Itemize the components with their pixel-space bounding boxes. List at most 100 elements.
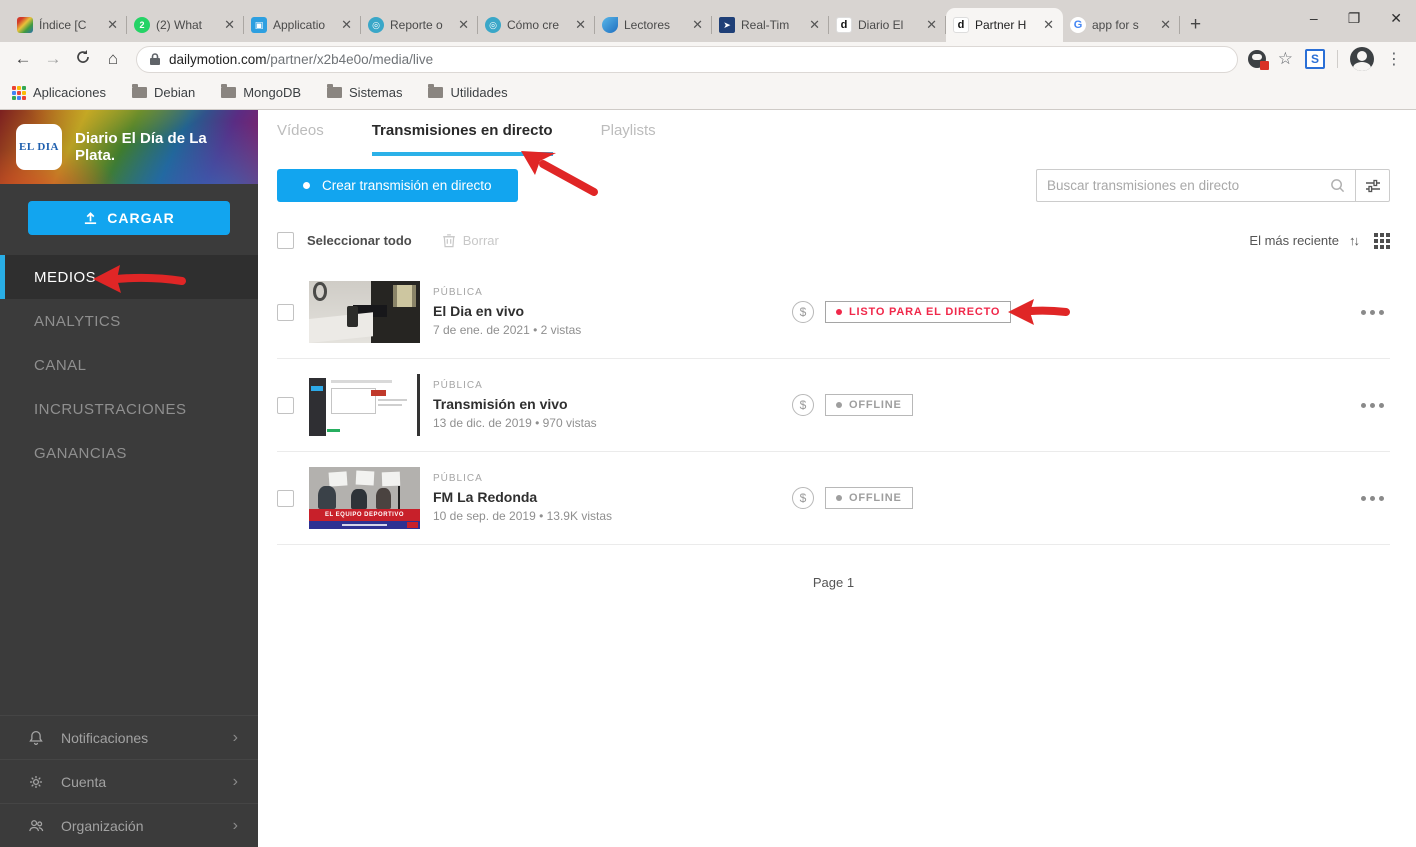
grid-view-icon[interactable]: [1374, 233, 1390, 249]
video-title[interactable]: FM La Redonda: [433, 489, 788, 505]
row-menu-icon[interactable]: [1355, 397, 1390, 414]
browser-tab-active[interactable]: dPartner H✕: [946, 8, 1063, 42]
sidebar-item-medios[interactable]: MEDIOS: [0, 255, 258, 299]
new-tab-button[interactable]: +: [1190, 14, 1201, 36]
reload-button[interactable]: [70, 49, 96, 70]
browser-menu-icon[interactable]: ⋮: [1386, 49, 1402, 69]
footer-label: Notificaciones: [61, 730, 148, 746]
tab-title: Real-Tim: [741, 18, 801, 32]
sidebar-item-cuenta[interactable]: Cuenta ›: [0, 759, 258, 803]
tab-close-icon[interactable]: ✕: [339, 17, 354, 33]
tab-close-icon[interactable]: ✕: [222, 17, 237, 33]
tab-close-icon[interactable]: ✕: [105, 17, 120, 33]
bookmark-star-icon[interactable]: ☆: [1278, 49, 1293, 69]
trash-icon: [442, 233, 456, 248]
close-window-button[interactable]: ✕: [1390, 10, 1402, 27]
monetization-icon[interactable]: $: [792, 301, 814, 323]
sidebar-item-canal[interactable]: CANAL: [0, 343, 258, 387]
readers-favicon-icon: [602, 17, 618, 33]
bookmark-folder-utilidades[interactable]: Utilidades: [428, 85, 507, 100]
row-menu-icon[interactable]: [1355, 304, 1390, 321]
row-checkbox[interactable]: [277, 397, 294, 414]
tab-title: Lectores: [624, 18, 684, 32]
delete-button[interactable]: Borrar: [442, 233, 499, 248]
sidebar-item-incrustraciones[interactable]: INCRUSTRACIONES: [0, 387, 258, 431]
visibility-label: PÚBLICA: [433, 380, 788, 391]
palette-favicon-icon: [17, 17, 33, 33]
tab-close-icon[interactable]: ✕: [456, 17, 471, 33]
browser-tab[interactable]: ▣Applicatio✕: [244, 8, 361, 42]
video-title[interactable]: El Dia en vivo: [433, 303, 788, 319]
browser-tab[interactable]: dDiario El✕: [829, 8, 946, 42]
tab-transmisiones[interactable]: Transmisiones en directo: [372, 122, 553, 156]
tab-title: Índice [C: [39, 18, 99, 32]
browser-tab[interactable]: Índice [C ✕: [10, 8, 127, 42]
back-button[interactable]: ←: [10, 49, 36, 69]
list-item[interactable]: PÚBLICA El Dia en vivo 7 de ene. de 2021…: [277, 266, 1390, 359]
video-info: PÚBLICA Transmisión en vivo 13 de dic. d…: [433, 380, 788, 430]
browser-tab[interactable]: Gapp for s✕: [1063, 8, 1180, 42]
bookmark-label: Sistemas: [349, 85, 402, 100]
list-item[interactable]: PÚBLICA Transmisión en vivo 13 de dic. d…: [277, 359, 1390, 452]
extension-blocker-icon[interactable]: [1248, 50, 1266, 68]
sidebar-item-organizacion[interactable]: Organización ›: [0, 803, 258, 847]
video-info: PÚBLICA El Dia en vivo 7 de ene. de 2021…: [433, 287, 788, 337]
filter-button[interactable]: [1355, 170, 1389, 201]
bookmark-apps[interactable]: Aplicaciones: [12, 85, 106, 100]
bookmark-folder-sistemas[interactable]: Sistemas: [327, 85, 402, 100]
tab-close-icon[interactable]: ✕: [1158, 17, 1173, 33]
video-thumbnail[interactable]: [309, 374, 420, 436]
select-all-checkbox[interactable]: [277, 232, 294, 249]
monetization-icon[interactable]: $: [792, 487, 814, 509]
tab-close-icon[interactable]: ✕: [924, 17, 939, 33]
sidebar-item-notificaciones[interactable]: Notificaciones ›: [0, 715, 258, 759]
row-checkbox[interactable]: [277, 304, 294, 321]
url-bar[interactable]: dailymotion.com/partner/x2b4e0o/media/li…: [136, 46, 1238, 73]
browser-tab[interactable]: ◎Cómo cre✕: [478, 8, 595, 42]
gear-icon: [26, 772, 46, 792]
video-thumbnail[interactable]: [309, 281, 420, 343]
list-item[interactable]: EL EQUIPO DEPORTIVO PÚBLICA FM La Redond…: [277, 452, 1390, 545]
browser-tab[interactable]: ➤Real-Tim✕: [712, 8, 829, 42]
channel-header[interactable]: EL DIA Diario El Día de La Plata.: [0, 110, 258, 184]
session-extension-icon[interactable]: S: [1305, 49, 1325, 69]
video-title[interactable]: Transmisión en vivo: [433, 396, 788, 412]
browser-tab[interactable]: ◎Reporte o✕: [361, 8, 478, 42]
chevron-right-icon: ›: [233, 729, 238, 747]
media-page: Vídeos Transmisiones en directo Playlist…: [258, 110, 1416, 847]
search-box[interactable]: [1037, 170, 1355, 201]
video-thumbnail[interactable]: EL EQUIPO DEPORTIVO: [309, 467, 420, 529]
tab-close-icon[interactable]: ✕: [807, 17, 822, 33]
create-livestream-button[interactable]: Crear transmisión en directo: [277, 169, 518, 202]
profile-avatar[interactable]: [1350, 47, 1374, 71]
tab-close-icon[interactable]: ✕: [690, 17, 705, 33]
upload-icon: [83, 211, 98, 226]
tab-close-icon[interactable]: ✕: [573, 17, 588, 33]
row-menu-icon[interactable]: [1355, 490, 1390, 507]
sort-label[interactable]: El más reciente: [1249, 233, 1339, 248]
tab-playlists[interactable]: Playlists: [601, 122, 656, 156]
monetization-icon[interactable]: $: [792, 394, 814, 416]
forward-button[interactable]: →: [40, 49, 66, 69]
sidebar-item-analytics[interactable]: ANALYTICS: [0, 299, 258, 343]
bookmark-folder-mongodb[interactable]: MongoDB: [221, 85, 301, 100]
bookmark-folder-debian[interactable]: Debian: [132, 85, 195, 100]
url-text: dailymotion.com/partner/x2b4e0o/media/li…: [169, 52, 433, 67]
maximize-button[interactable]: ❐: [1348, 10, 1361, 27]
channel-logo: EL DIA: [16, 124, 62, 170]
bookmark-label: MongoDB: [243, 85, 301, 100]
browser-tab[interactable]: Lectores ✕: [595, 8, 712, 42]
row-checkbox[interactable]: [277, 490, 294, 507]
search-input[interactable]: [1047, 178, 1322, 193]
browser-tab[interactable]: 2(2) What✕: [127, 8, 244, 42]
minimize-button[interactable]: –: [1310, 10, 1318, 27]
tab-videos[interactable]: Vídeos: [277, 122, 324, 156]
channel-name: Diario El Día de La Plata.: [75, 130, 242, 164]
tab-close-icon[interactable]: ✕: [1041, 17, 1056, 33]
home-button[interactable]: ⌂: [100, 49, 126, 69]
visibility-label: PÚBLICA: [433, 473, 788, 484]
upload-button[interactable]: CARGAR: [28, 201, 230, 235]
sort-direction-icon[interactable]: ↑↓: [1349, 233, 1358, 248]
sidebar-item-ganancias[interactable]: GANANCIAS: [0, 431, 258, 475]
tab-title: Partner H: [975, 18, 1035, 32]
